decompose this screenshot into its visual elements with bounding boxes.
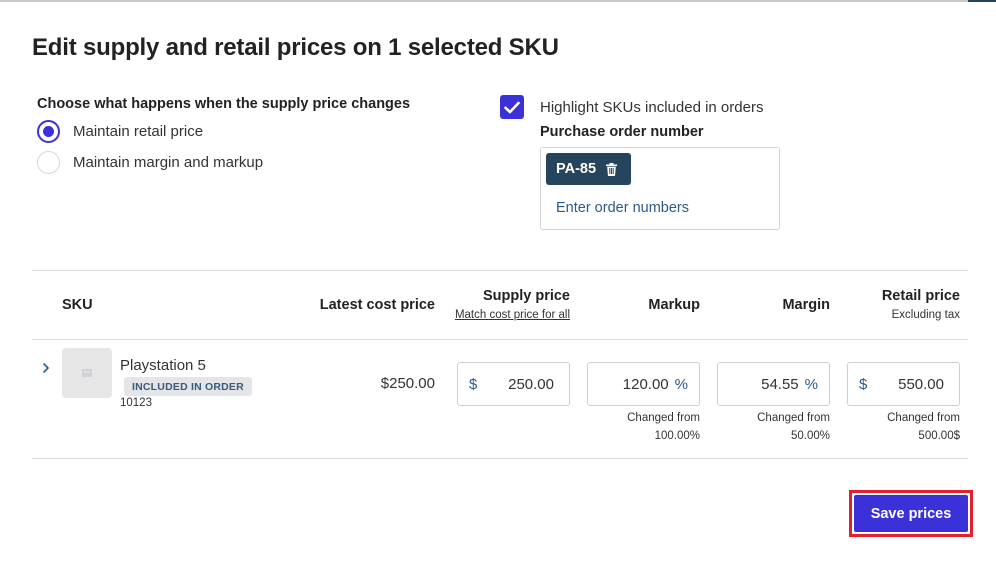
radio-label: Maintain margin and markup (73, 154, 264, 171)
radio-button-selected[interactable] (37, 120, 60, 143)
supply-change-heading: Choose what happens when the supply pric… (37, 96, 411, 112)
changed-from-label: Changed from (757, 412, 830, 424)
highlight-skus-checkbox[interactable] (500, 95, 524, 119)
chevron-right-icon[interactable] (38, 360, 54, 376)
changed-from-value: 500.00$ (918, 430, 960, 442)
margin-input[interactable]: 54.55 % (717, 362, 830, 406)
product-code: 10123 (120, 397, 152, 409)
product-thumbnail (62, 348, 112, 398)
match-cost-price-link[interactable]: Match cost price for all (455, 309, 570, 321)
column-header-supply-price: Supply price (482, 288, 570, 304)
column-header-latest-cost: Latest cost price (319, 297, 435, 313)
highlight-skus-row: Highlight SKUs included in orders (500, 95, 763, 119)
order-tag[interactable]: PA-85 (546, 153, 632, 185)
product-name: Playstation 5 (120, 357, 206, 374)
modal-title: Edit supply and retail prices on 1 selec… (32, 34, 559, 61)
column-header-markup: Markup (648, 297, 700, 313)
retail-price-value: 550.00 (898, 375, 944, 393)
retail-price-input[interactable]: $ 550.00 (847, 362, 960, 406)
highlight-skus-label: Highlight SKUs included in orders (540, 98, 764, 116)
supply-price-value: 250.00 (508, 375, 554, 393)
column-header-margin: Margin (782, 297, 830, 313)
order-numbers-input[interactable] (556, 200, 756, 216)
latest-cost-value: $250.00 (380, 375, 435, 392)
radio-maintain-margin-markup[interactable]: Maintain margin and markup (37, 151, 263, 174)
changed-from-label: Changed from (627, 412, 700, 424)
currency-prefix: $ (469, 375, 478, 393)
column-header-retail-price: Retail price (881, 288, 960, 304)
margin-value: 54.55 (761, 375, 799, 393)
supply-price-input[interactable]: $ 250.00 (457, 362, 570, 406)
trash-icon[interactable] (606, 162, 618, 176)
changed-from-value: 100.00% (654, 430, 700, 442)
retail-excluding-tax-note: Excluding tax (891, 309, 960, 321)
margin-changed-note: Changed from 50.00% (757, 409, 830, 445)
changed-from-value: 50.00% (790, 430, 830, 442)
retail-changed-note: Changed from 500.00$ (887, 409, 960, 445)
column-header-sku: SKU (62, 297, 93, 313)
modal-top-accent (968, 0, 996, 2)
changed-from-label: Changed from (887, 412, 960, 424)
order-tag-label: PA-85 (556, 161, 597, 177)
radio-maintain-retail-price[interactable]: Maintain retail price (37, 120, 203, 143)
markup-value: 120.00 (622, 375, 669, 393)
modal-top-border (0, 0, 996, 2)
purchase-order-field[interactable]: PA-85 (540, 147, 780, 230)
table-bottom-divider (32, 458, 968, 459)
markup-changed-note: Changed from 100.00% (627, 409, 700, 445)
markup-input[interactable]: 120.00 % (587, 362, 700, 406)
image-placeholder-icon (82, 369, 92, 377)
percent-suffix: % (674, 375, 688, 393)
radio-label: Maintain retail price (73, 123, 204, 140)
save-prices-button[interactable]: Save prices (854, 495, 968, 532)
currency-prefix: $ (859, 375, 868, 393)
header-divider (32, 339, 968, 340)
purchase-order-label: Purchase order number (540, 124, 704, 140)
percent-suffix: % (804, 375, 818, 393)
checkmark-icon (504, 101, 520, 113)
table-top-divider (32, 270, 968, 271)
radio-button[interactable] (37, 151, 60, 174)
included-in-order-badge: INCLUDED IN ORDER (124, 377, 252, 396)
